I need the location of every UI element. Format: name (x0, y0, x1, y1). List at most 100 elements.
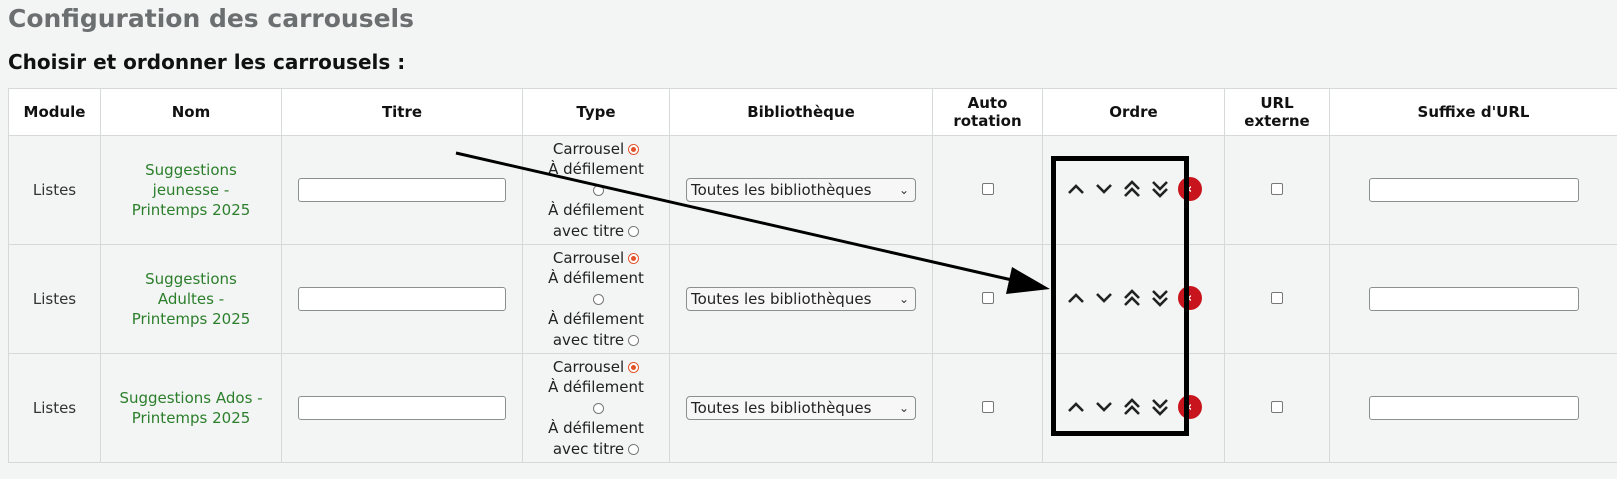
move-top-button[interactable] (1122, 287, 1142, 309)
row-module-text: Listes (32, 290, 77, 308)
bibliotheque-select[interactable]: Toutes les bibliothèques ⌄ (686, 178, 916, 202)
remove-button[interactable]: ‹ (1177, 286, 1202, 310)
type-defilement-radio[interactable] (592, 402, 604, 414)
type-defilement-titre-label2: avec titre (552, 439, 625, 458)
row-name-line: Suggestions Ados - (119, 389, 263, 407)
suffixe-input[interactable] (1368, 396, 1579, 420)
type-defilement-titre-radio[interactable] (628, 443, 640, 455)
move-bottom-button[interactable] (1150, 396, 1170, 418)
move-top-button[interactable] (1122, 396, 1142, 418)
titre-input[interactable] (298, 178, 506, 202)
row-module-text: Listes (32, 181, 77, 199)
row-type: Carrousel À défilement À défilement avec… (522, 353, 670, 463)
move-down-button[interactable] (1094, 397, 1114, 417)
suffixe-input[interactable] (1368, 287, 1579, 311)
row-auto-rotation (932, 135, 1043, 245)
row-titre (281, 353, 523, 463)
remove-button[interactable]: ‹ (1177, 395, 1202, 419)
bibliotheque-selected-value: Toutes les bibliothèques (691, 399, 872, 417)
header-type: Type (522, 88, 670, 136)
move-up-button[interactable] (1066, 397, 1086, 417)
chevron-down-icon: ⌄ (898, 183, 909, 197)
type-carrousel-label: Carrousel (552, 248, 625, 267)
carousels-table: Module Nom Titre Type Bibliothèque Auto … (8, 88, 1617, 463)
suffixe-input[interactable] (1368, 178, 1579, 202)
table-row: Listes Suggestions Adultes - Printemps 202… (8, 244, 1617, 354)
type-defilement-radio[interactable] (592, 293, 604, 305)
header-url-externe: URL externe (1224, 88, 1330, 136)
chevron-up-icon (1067, 402, 1084, 412)
double-chevron-up-icon (1123, 180, 1140, 197)
type-defilement-radio[interactable] (592, 184, 604, 196)
type-option-defilement-radio-line (523, 180, 669, 201)
row-type: Carrousel À défilement À défilement avec… (522, 244, 670, 354)
double-chevron-down-icon (1151, 181, 1168, 198)
chevron-up-icon (1067, 293, 1084, 303)
move-top-button[interactable] (1122, 178, 1142, 200)
type-option-defilement-radio-line (523, 398, 669, 419)
row-name-link[interactable]: Suggestions Adultes - Printemps 2025 (114, 269, 269, 329)
order-controls: ‹ (1066, 286, 1202, 310)
order-controls: ‹ (1066, 395, 1202, 419)
move-up-button[interactable] (1066, 179, 1086, 199)
bibliotheque-select[interactable]: Toutes les bibliothèques ⌄ (686, 396, 916, 420)
chevron-up-icon (1067, 184, 1084, 194)
header-titre: Titre (281, 88, 523, 136)
move-bottom-button[interactable] (1150, 178, 1170, 200)
row-name-link[interactable]: Suggestions jeunesse - Printemps 2025 (114, 160, 269, 220)
type-option-defilement-label: À défilement (548, 269, 644, 288)
header-bibliotheque: Bibliothèque (669, 88, 933, 136)
type-defilement-titre-radio[interactable] (628, 225, 640, 237)
bibliotheque-select[interactable]: Toutes les bibliothèques ⌄ (686, 287, 916, 311)
row-module: Listes (8, 135, 101, 245)
titre-input[interactable] (298, 396, 506, 420)
row-ordre: ‹ (1042, 135, 1225, 245)
header-ordre: Ordre (1042, 88, 1225, 136)
row-name-line: Printemps 2025 (131, 201, 251, 219)
chevron-down-icon: ⌄ (898, 401, 909, 415)
row-bibliotheque: Toutes les bibliothèques ⌄ (669, 244, 933, 354)
url-externe-checkbox[interactable] (1271, 401, 1283, 413)
type-option-defilement-titre-line2: avec titre (523, 330, 669, 351)
titre-input[interactable] (298, 287, 506, 311)
row-name: Suggestions Adultes - Printemps 2025 (100, 244, 282, 354)
move-down-button[interactable] (1094, 288, 1114, 308)
type-defilement-titre-radio[interactable] (628, 334, 640, 346)
row-type: Carrousel À défilement À défilement avec… (522, 135, 670, 245)
move-up-button[interactable] (1066, 288, 1086, 308)
table-row: Listes Suggestions Ados - Printemps 2025 … (8, 353, 1617, 463)
type-carrousel-radio[interactable] (628, 143, 640, 155)
type-option-defilement-label: À défilement (548, 378, 644, 397)
row-titre (281, 244, 523, 354)
double-chevron-up-icon (1123, 289, 1140, 306)
row-name-line: Suggestions (145, 161, 237, 179)
auto-rotation-checkbox[interactable] (981, 183, 994, 195)
row-ordre: ‹ (1042, 244, 1225, 354)
auto-rotation-checkbox[interactable] (981, 401, 994, 413)
move-down-button[interactable] (1094, 179, 1114, 199)
chevron-down-icon (1095, 293, 1112, 303)
url-externe-checkbox[interactable] (1271, 292, 1283, 304)
url-externe-checkbox[interactable] (1271, 183, 1283, 195)
table-header-row: Module Nom Titre Type Bibliothèque Auto … (8, 88, 1617, 136)
row-name: Suggestions jeunesse - Printemps 2025 (100, 135, 282, 245)
row-module-text: Listes (32, 399, 77, 417)
remove-icon: ‹ (1186, 290, 1193, 306)
remove-button[interactable]: ‹ (1177, 177, 1202, 201)
section-title: Choisir et ordonner les carrousels : (8, 50, 406, 74)
row-name-line: Suggestions (145, 270, 237, 288)
type-carrousel-radio[interactable] (628, 252, 640, 264)
row-name-link[interactable]: Suggestions Ados - Printemps 2025 (114, 388, 269, 428)
row-name-line: jeunesse - (152, 181, 230, 199)
move-bottom-button[interactable] (1150, 287, 1170, 309)
auto-rotation-checkbox[interactable] (981, 292, 994, 304)
header-module: Module (8, 88, 101, 136)
type-defilement-titre-label2: avec titre (552, 330, 625, 349)
double-chevron-down-icon (1151, 290, 1168, 307)
row-bibliotheque: Toutes les bibliothèques ⌄ (669, 135, 933, 245)
row-url-externe (1224, 244, 1330, 354)
type-carrousel-radio[interactable] (628, 361, 640, 373)
row-module: Listes (8, 244, 101, 354)
type-option-defilement-titre-label: À défilement (548, 419, 644, 438)
type-option-defilement-titre-label: À défilement (548, 310, 644, 329)
